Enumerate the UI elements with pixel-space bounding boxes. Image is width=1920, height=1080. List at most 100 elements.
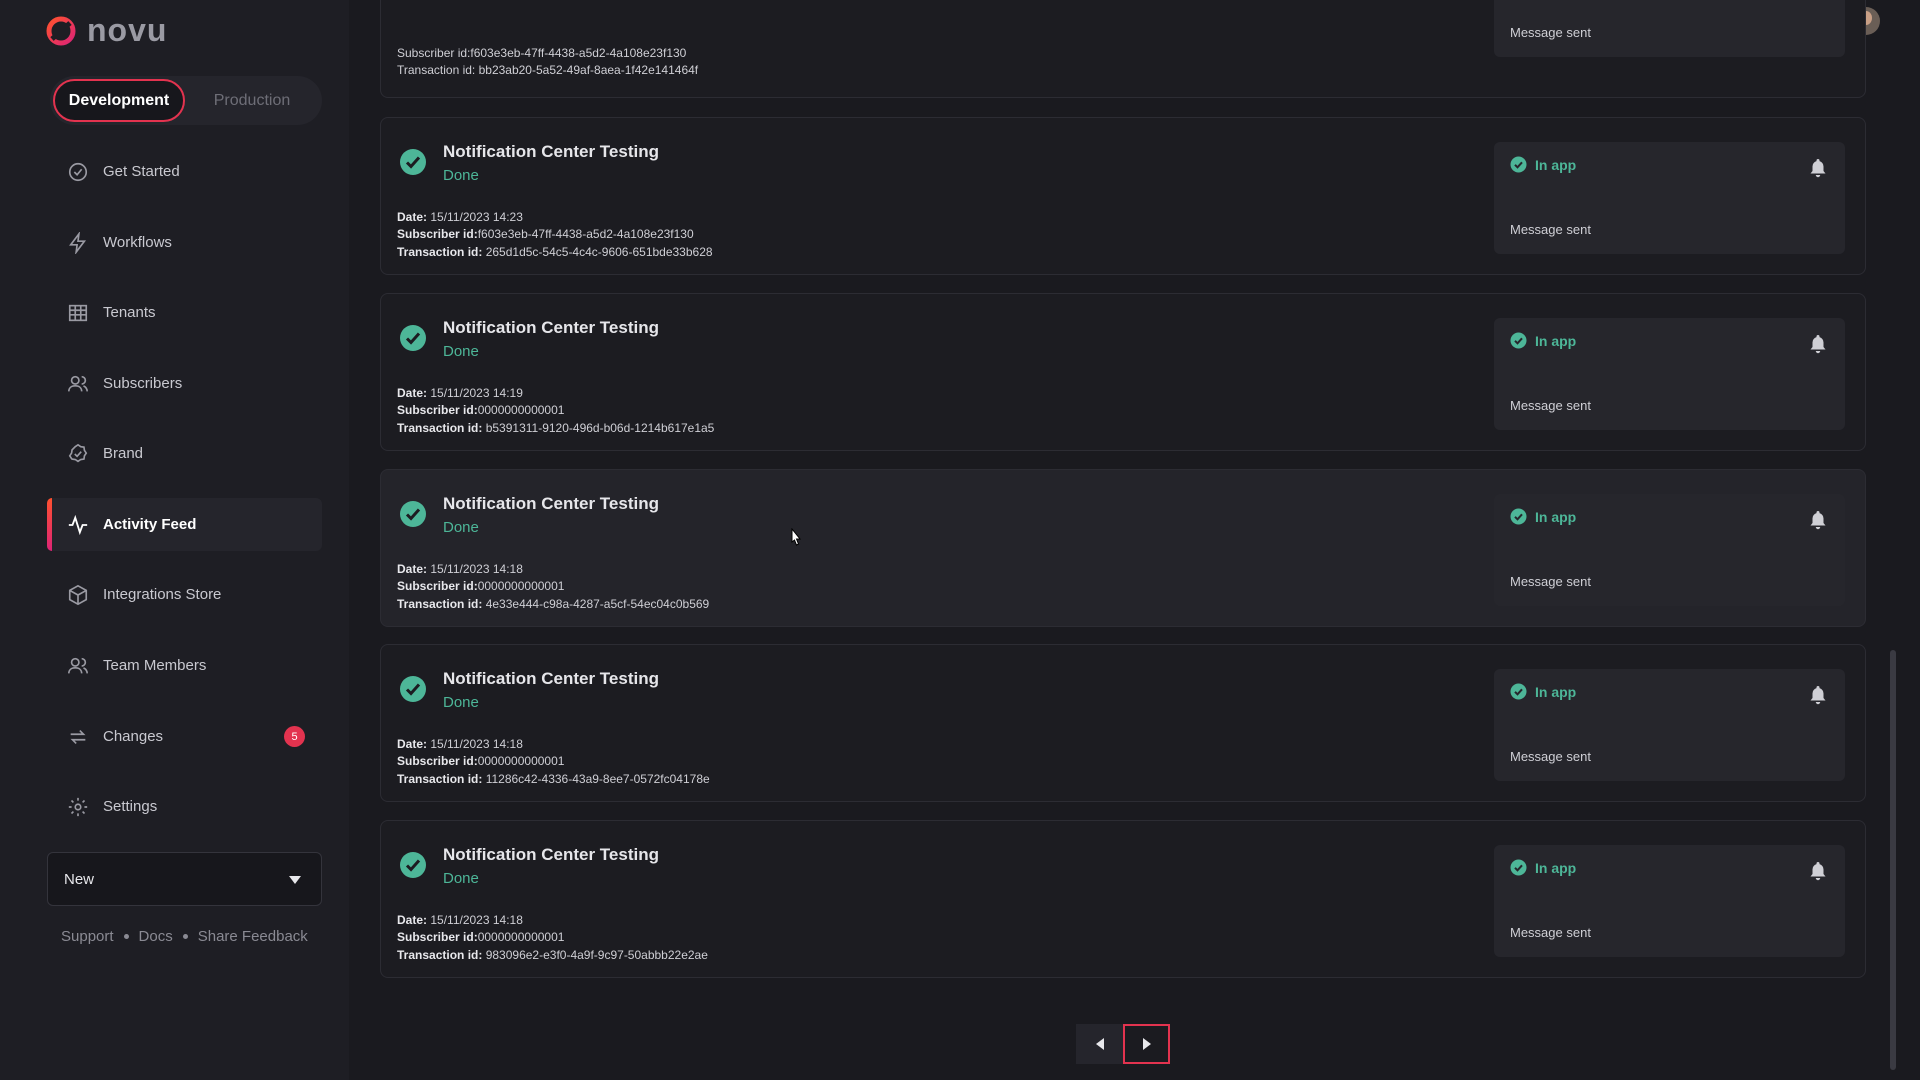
status-label: Done (443, 519, 479, 536)
activity-card[interactable]: Notification Center Testing Done Date: 15/… (380, 293, 1866, 451)
docs-link[interactable]: Docs (139, 928, 173, 945)
status-label: Done (443, 167, 479, 184)
support-link[interactable]: Support (61, 928, 114, 945)
sidebar-item-settings[interactable]: Settings (47, 780, 322, 833)
step-box[interactable]: Message sent (1494, 0, 1845, 57)
workflow-select[interactable]: New (47, 852, 322, 906)
bell-icon (1809, 685, 1827, 705)
sidebar-item-label: Team Members (103, 657, 207, 674)
status-label: Done (443, 343, 479, 360)
step-channel: In app (1535, 157, 1577, 173)
subscriber-value: f603e3eb-47ff-4438-a5d2-4a108e23f130 (477, 227, 694, 241)
sidebar-item-label: Changes (103, 728, 164, 745)
sidebar-item-label: Tenants (103, 304, 156, 321)
workflow-title: Notification Center Testing (443, 845, 659, 864)
subscriber-value: 0000000000001 (477, 930, 565, 944)
scrollbar[interactable] (1890, 650, 1896, 1070)
env-development-button[interactable]: Development (53, 79, 185, 122)
bolt-icon (67, 231, 89, 254)
workflow-title: Notification Center Testing (443, 494, 659, 513)
transaction-row: Transaction id: 983096e2-e3f0-4a9f-9c97-… (397, 948, 708, 962)
date-label: Date: (397, 562, 428, 576)
status-label: Done (443, 694, 479, 711)
transaction-label: Transaction id: (397, 597, 483, 611)
activity-card[interactable]: Notification Center Testing Done Date: 15/… (380, 820, 1866, 978)
sidebar-item-label: Get Started (103, 163, 180, 180)
next-page-button[interactable] (1123, 1024, 1170, 1064)
sidebar-item-integrations-store[interactable]: Integrations Store (47, 568, 322, 621)
step-message: Message sent (1510, 25, 1591, 40)
subscriber-row: Subscriber id:0000000000001 (397, 754, 564, 768)
transaction-label: Transaction id: (397, 948, 483, 962)
sidebar-item-get-started[interactable]: Get Started (47, 145, 322, 198)
sidebar-footer: Support Docs Share Feedback (61, 928, 308, 945)
sidebar-item-subscribers[interactable]: Subscribers (47, 357, 322, 410)
step-channel: In app (1535, 860, 1577, 876)
step-channel: In app (1535, 509, 1577, 525)
bell-icon (1809, 334, 1827, 354)
chevron-right-icon (1142, 1038, 1151, 1050)
share-feedback-link[interactable]: Share Feedback (198, 928, 308, 945)
step-success-icon (1510, 156, 1527, 173)
check-circle-icon (67, 161, 89, 183)
transaction-label: Transaction id: (397, 245, 483, 259)
sidebar-item-label: Brand (103, 445, 144, 462)
sidebar-item-label: Integrations Store (103, 586, 222, 603)
success-check-icon (399, 324, 427, 352)
activity-card[interactable]: Notification Center Testing Done Date: 15/… (380, 644, 1866, 802)
step-box[interactable]: In app Message sent (1494, 845, 1845, 957)
step-box[interactable]: In app Message sent (1494, 669, 1845, 781)
users-icon (67, 373, 89, 395)
transaction-value: 4e33e444-c98a-4287-a5cf-54ec04c0b569 (485, 597, 710, 611)
subscriber-id: Subscriber id:f603e3eb-47ff-4438-a5d2-4a… (397, 46, 687, 60)
prev-page-button[interactable] (1076, 1024, 1123, 1064)
gear-icon (67, 796, 89, 818)
environment-switch[interactable]: Development Production (50, 76, 322, 125)
success-check-icon (399, 675, 427, 703)
sidebar-item-label: Activity Feed (103, 516, 197, 533)
step-message: Message sent (1510, 222, 1591, 237)
novu-logo[interactable]: novu (45, 12, 167, 49)
step-box[interactable]: In app Message sent (1494, 142, 1845, 254)
bell-icon (1809, 861, 1827, 881)
env-production-button[interactable]: Production (185, 79, 319, 122)
date-value: 15/11/2023 14:18 (430, 562, 523, 576)
transaction-value: 11286c42-4336-43a9-8ee7-0572fc04178e (485, 772, 710, 786)
step-success-icon (1510, 508, 1527, 525)
sync-icon (67, 726, 89, 748)
sidebar-item-tenants[interactable]: Tenants (47, 286, 322, 339)
step-box[interactable]: In app Message sent (1494, 494, 1845, 606)
transaction-id: Transaction id: bb23ab20-5a52-49af-8aea-… (397, 63, 699, 77)
select-value: New (64, 870, 95, 888)
date-row: Date: 15/11/2023 14:18 (397, 562, 523, 576)
date-row: Date: 15/11/2023 14:23 (397, 210, 523, 224)
step-message: Message sent (1510, 574, 1591, 589)
activity-card[interactable]: Subscriber id:f603e3eb-47ff-4438-a5d2-4a… (380, 0, 1866, 98)
transaction-row: Transaction id: 4e33e444-c98a-4287-a5cf-… (397, 597, 709, 611)
subscriber-row: Subscriber id:0000000000001 (397, 403, 564, 417)
activity-card[interactable]: Notification Center Testing Done Date: 15/… (380, 469, 1866, 627)
step-success-icon (1510, 332, 1527, 349)
subscriber-label: Subscriber id: (397, 754, 478, 768)
sidebar-item-workflows[interactable]: Workflows (47, 216, 322, 269)
sidebar-item-activity-feed[interactable]: Activity Feed (47, 498, 322, 551)
step-channel: In app (1535, 684, 1577, 700)
activity-card[interactable]: Notification Center Testing Done Date: 15/… (380, 117, 1866, 275)
date-row: Date: 15/11/2023 14:18 (397, 737, 523, 751)
subscriber-label: Subscriber id: (397, 579, 478, 593)
sidebar-item-team-members[interactable]: Team Members (47, 639, 322, 692)
building-icon (67, 302, 89, 324)
bell-icon (1809, 510, 1827, 530)
transaction-label: Transaction id: (397, 421, 483, 435)
subscriber-label: Subscriber id: (397, 930, 478, 944)
date-value: 15/11/2023 14:18 (430, 913, 523, 927)
sidebar-item-label: Workflows (103, 234, 172, 251)
step-box[interactable]: In app Message sent (1494, 318, 1845, 430)
date-label: Date: (397, 737, 428, 751)
step-channel: In app (1535, 333, 1577, 349)
sidebar-item-changes[interactable]: Changes 5 (47, 710, 322, 763)
subscriber-row: Subscriber id:f603e3eb-47ff-4438-a5d2-4a… (397, 227, 694, 241)
sidebar-item-brand[interactable]: Brand (47, 427, 322, 480)
step-success-icon (1510, 683, 1527, 700)
activity-icon (67, 514, 89, 536)
